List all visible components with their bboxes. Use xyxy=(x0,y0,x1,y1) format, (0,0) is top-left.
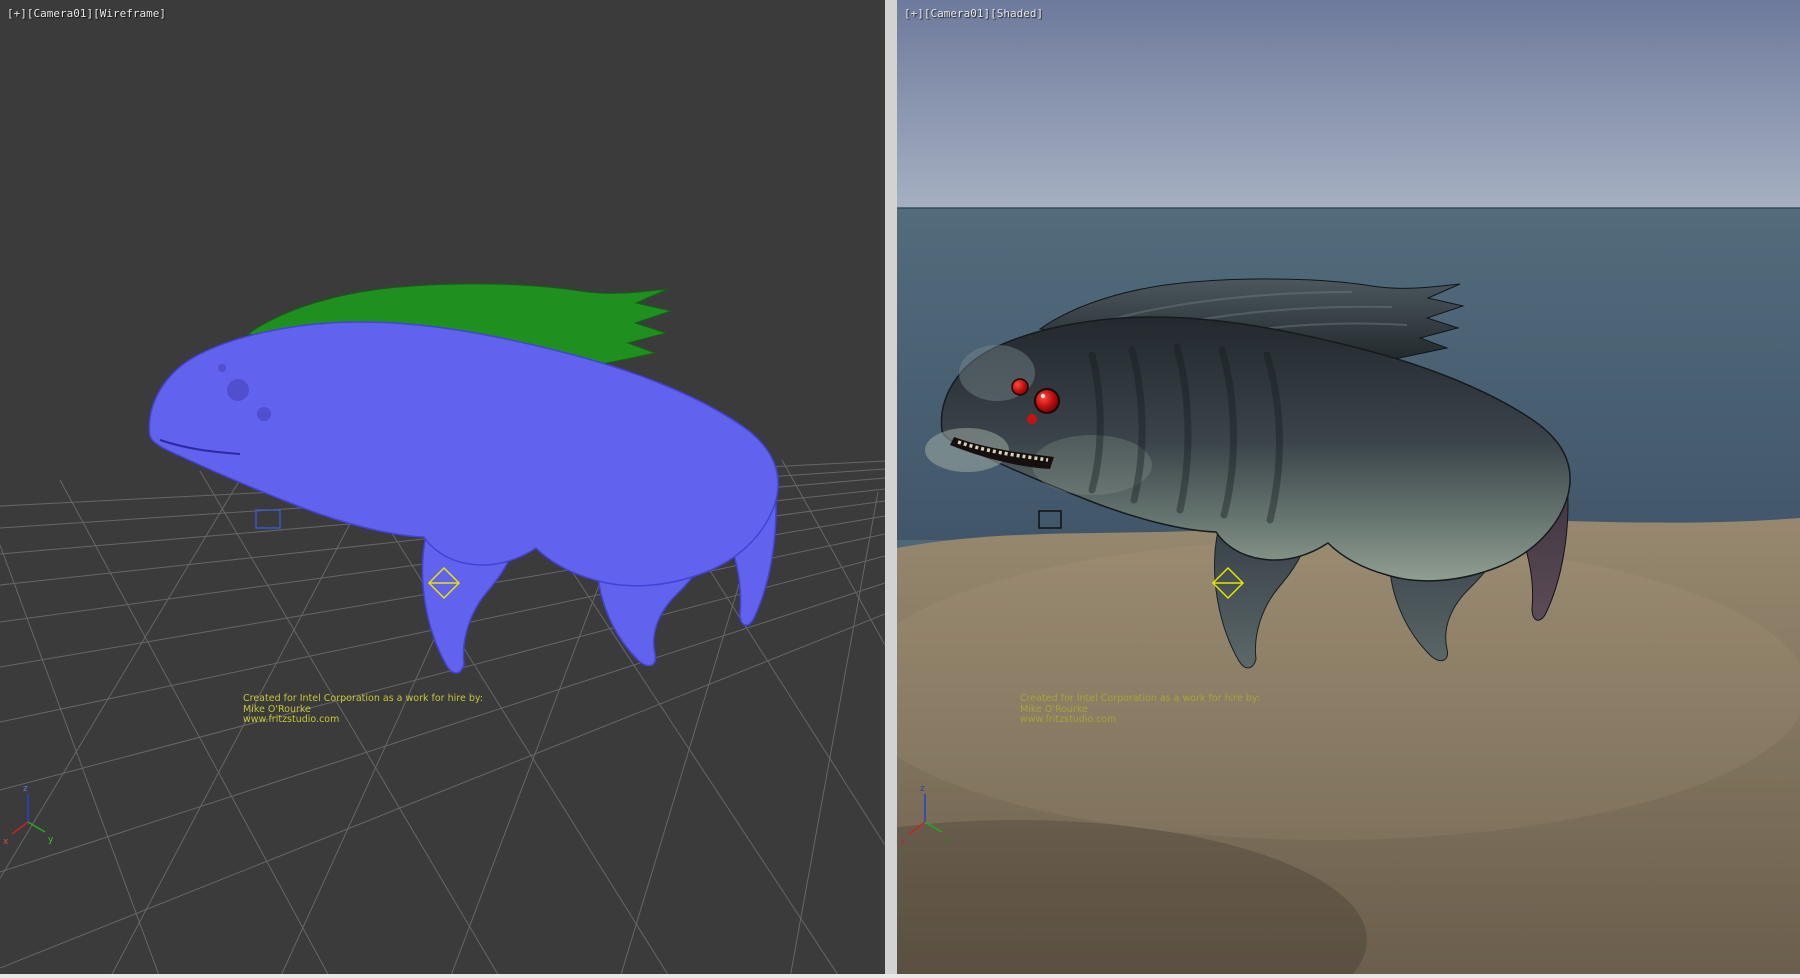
horizon-line xyxy=(897,207,1800,209)
watermark-line1: Created for Intel Corporation as a work … xyxy=(1020,694,1260,705)
fish-body[interactable] xyxy=(149,322,778,586)
wireframe-canvas: z x y xyxy=(0,0,885,978)
fish-model-wireframe[interactable] xyxy=(149,284,778,673)
watermark-text-left: Created for Intel Corporation as a work … xyxy=(243,694,483,726)
axis-z-label: z xyxy=(23,784,28,794)
shading-menu[interactable]: [Shaded] xyxy=(990,7,1043,20)
axis-x-label: x xyxy=(900,837,906,847)
shading-menu[interactable]: [Wireframe] xyxy=(93,7,166,20)
fish-eye-main xyxy=(1036,390,1058,412)
watermark-line1: Created for Intel Corporation as a work … xyxy=(243,694,483,705)
camera-pov-menu[interactable]: [Camera01] xyxy=(27,7,93,20)
axis-y-label: y xyxy=(48,835,54,845)
viewport-label-left: [+][Camera01][Wireframe] xyxy=(7,7,166,20)
viewport-wireframe[interactable]: z x y [+][Camera01][Wireframe] Created f… xyxy=(0,0,885,978)
axis-x-label: x xyxy=(3,837,9,847)
world-axis-tripod: z x y xyxy=(3,784,54,847)
fish-eye-left-small xyxy=(257,407,271,421)
viewport-split-container: z x y [+][Camera01][Wireframe] Created f… xyxy=(0,0,1800,978)
fish-eye-second xyxy=(1012,379,1028,395)
fish-eye-left-large xyxy=(227,379,249,401)
fish-eye-small xyxy=(1027,414,1037,424)
fish-eye-left-dot xyxy=(218,364,226,372)
shaded-canvas: z x y xyxy=(897,0,1800,978)
watermark-line3: www.fritzstudio.com xyxy=(243,715,483,726)
watermark-text-right: Created for Intel Corporation as a work … xyxy=(1020,694,1260,726)
window-bottom-edge xyxy=(0,974,1800,978)
viewport-splitter-bar[interactable] xyxy=(885,0,897,974)
sand-light-patch xyxy=(897,540,1800,840)
axis-z-label: z xyxy=(920,784,925,794)
viewport-general-menu[interactable]: [+] xyxy=(904,7,924,20)
sky-backdrop xyxy=(897,0,1800,208)
viewport-general-menu[interactable]: [+] xyxy=(7,7,27,20)
watermark-line3: www.fritzstudio.com xyxy=(1020,715,1260,726)
viewport-label-right: [+][Camera01][Shaded] xyxy=(904,7,1043,20)
box-helper-gizmo[interactable] xyxy=(256,510,280,528)
axis-x-line xyxy=(12,822,28,834)
camera-pov-menu[interactable]: [Camera01] xyxy=(924,7,990,20)
viewport-shaded[interactable]: z x y [+][Camera01][Shaded] Created for … xyxy=(897,0,1800,978)
eye-glint xyxy=(1041,394,1045,398)
axis-y-label: y xyxy=(945,835,951,845)
